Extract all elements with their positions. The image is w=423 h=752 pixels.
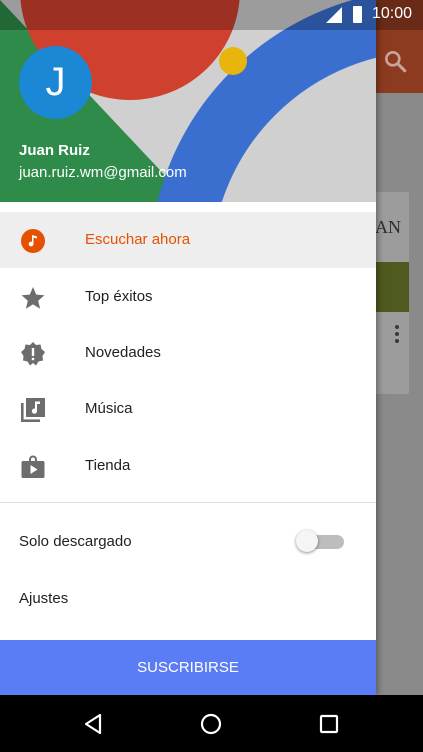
more-vert-icon [395,325,399,343]
account-email[interactable]: juan.ruiz.wm@gmail.com [19,164,187,181]
nav-item-top-charts[interactable]: Top éxitos [0,269,376,325]
nav-item-new-releases[interactable]: Novedades [0,325,376,381]
nav-item-label: Música [85,400,133,417]
back-icon[interactable] [82,712,106,736]
system-nav-bar [0,695,423,752]
music-library-icon [21,398,45,422]
settings-item[interactable]: Ajustes [19,590,68,607]
listen-now-icon [21,229,45,253]
star-icon [21,287,45,309]
status-time: 10:00 [372,5,413,22]
home-icon[interactable] [199,712,223,736]
nav-item-shop[interactable]: Tienda [0,438,376,494]
toggle-thumb [296,530,318,552]
subscribe-button[interactable]: SUSCRIBIRSE [0,640,376,695]
navigation-drawer: J Juan Ruiz juan.ruiz.wm@gmail.com Escuc… [0,0,376,695]
nav-item-label: Tienda [85,457,131,474]
nav-item-label: Top éxitos [85,288,153,305]
battery-icon [353,6,362,23]
drawer-divider [0,502,376,503]
new-releases-icon [21,342,45,366]
nav-item-label: Novedades [85,344,161,361]
download-only-toggle[interactable] [296,530,346,552]
nav-item-music-library[interactable]: Música [0,381,376,437]
nav-item-label: Escuchar ahora [85,231,191,248]
drawer-header: J Juan Ruiz juan.ruiz.wm@gmail.com [0,0,376,202]
avatar[interactable]: J [19,46,92,119]
nav-item-listen-now[interactable]: Escuchar ahora [0,212,376,268]
search-icon [385,51,407,73]
recents-icon[interactable] [317,712,341,736]
signal-icon [326,7,342,23]
download-only-label[interactable]: Solo descargado [19,533,132,550]
shop-icon [21,455,45,478]
status-bar: 10:00 [0,0,423,30]
account-name: Juan Ruiz [19,142,90,159]
